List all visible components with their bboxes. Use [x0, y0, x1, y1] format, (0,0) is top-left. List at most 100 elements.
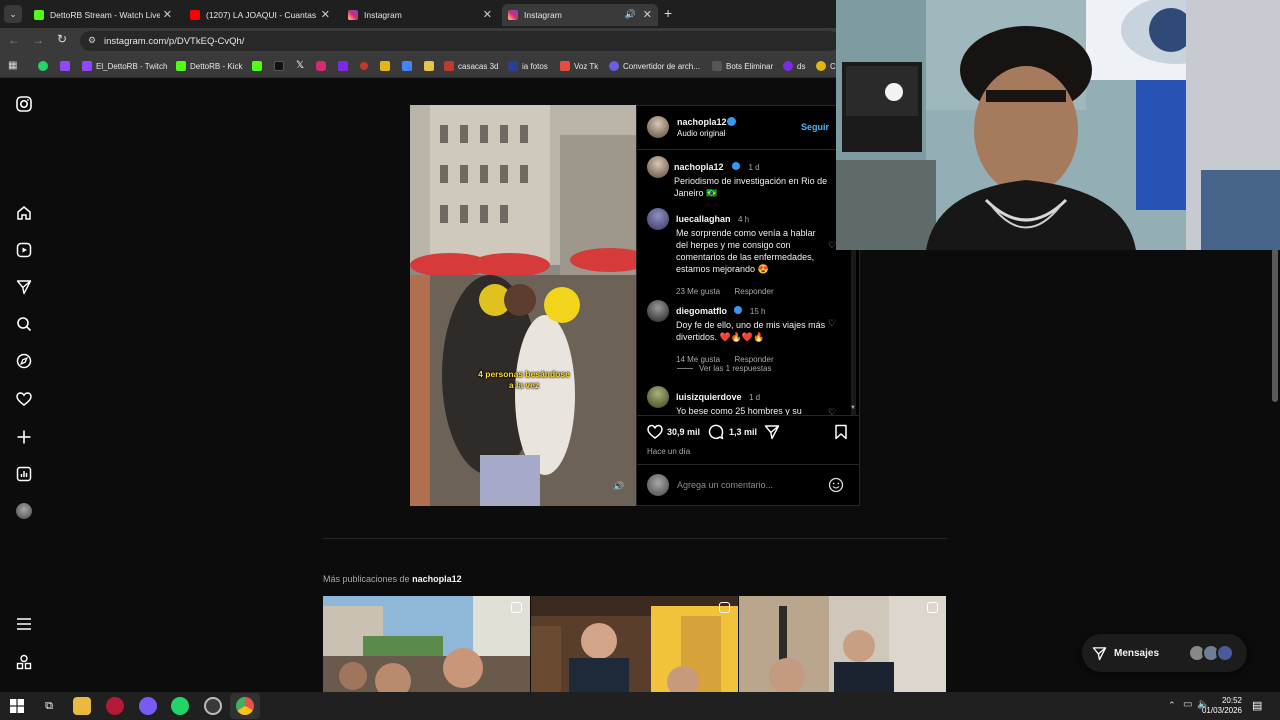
like-count[interactable]: 30,9 mil: [667, 427, 700, 437]
bookmark-convertidor[interactable]: Convertidor de arch...: [609, 58, 700, 74]
clock[interactable]: 20:52 01/03/2026: [1198, 696, 1242, 716]
more-apps-icon[interactable]: [14, 652, 34, 672]
bookmark-voz-tk[interactable]: Voz Tk: [560, 58, 598, 74]
address-bar[interactable]: ⚙ instagram.com/p/DVTkEQ-CvQh/: [80, 31, 840, 51]
tiktok-bookmark-icon[interactable]: [274, 61, 284, 71]
back-icon[interactable]: ←: [8, 33, 20, 47]
save-bookmark-icon[interactable]: [834, 424, 848, 445]
comment-author[interactable]: luisizquierdove: [676, 392, 742, 402]
comment-reply-button[interactable]: Responder: [734, 355, 773, 364]
messages-button[interactable]: Mensajes: [1082, 634, 1247, 672]
comment-input[interactable]: Agrega un comentario...: [677, 480, 817, 494]
tab-youtube[interactable]: (1207) LA JOAQUI - Cuantas ve ✕: [184, 4, 336, 26]
folder-bookmark-icon[interactable]: [424, 61, 434, 71]
tab-instagram-1[interactable]: Instagram ✕: [342, 4, 498, 26]
new-tab-button[interactable]: +: [664, 5, 672, 21]
tab-kick-stream[interactable]: DettoRB Stream - Watch Live o ✕: [28, 4, 178, 26]
bookmark-casacas[interactable]: casacas 3d: [444, 58, 498, 74]
comment-likes[interactable]: 23 Me gusta: [676, 287, 720, 296]
discord-like-icon[interactable]: [139, 697, 157, 715]
comment-count[interactable]: 1,3 mil: [729, 427, 757, 437]
bookmark-ds[interactable]: ds: [783, 58, 805, 74]
messages-icon[interactable]: [14, 277, 34, 297]
star-bookmark-icon[interactable]: [380, 61, 390, 71]
chevron-up-icon[interactable]: ⌃: [1168, 700, 1176, 711]
caption-author[interactable]: nachopla12: [674, 162, 724, 172]
follow-button[interactable]: Seguir: [801, 122, 829, 132]
bookmark-ia-fotos[interactable]: ia fotos: [508, 58, 548, 74]
close-icon[interactable]: ✕: [321, 8, 330, 21]
reload-icon[interactable]: ↻: [57, 32, 67, 46]
speaker-icon[interactable]: 🔊: [625, 9, 636, 20]
profile-avatar[interactable]: [14, 501, 34, 521]
dashboard-icon[interactable]: [14, 464, 34, 484]
author-name[interactable]: nachopla12: [677, 117, 727, 127]
instagram-logo-icon[interactable]: [14, 94, 34, 114]
comment-bubble-icon[interactable]: [708, 424, 724, 445]
page-scrollbar[interactable]: [1272, 248, 1278, 402]
bookmark-kick[interactable]: DettoRB - Kick: [176, 58, 242, 74]
forward-icon[interactable]: →: [32, 33, 44, 47]
bookmark-twitch[interactable]: El_DettoRB - Twitch: [82, 58, 167, 74]
like-comment-heart-icon[interactable]: ♡: [828, 240, 836, 251]
comment-avatar[interactable]: [647, 300, 669, 322]
notifications-heart-icon[interactable]: [14, 389, 34, 409]
post-video[interactable]: 4 personas besándose a la vez 🔊: [410, 105, 636, 506]
apps-icon[interactable]: ▦: [8, 60, 17, 71]
caption-avatar[interactable]: [647, 156, 669, 178]
grid-post[interactable]: [323, 596, 530, 692]
menu-icon[interactable]: [14, 614, 34, 634]
google-bookmark-icon[interactable]: [402, 61, 412, 71]
audio-label[interactable]: Audio original: [677, 129, 725, 138]
url-text[interactable]: instagram.com/p/DVTkEQ-CvQh/: [104, 36, 244, 47]
share-icon[interactable]: [764, 424, 780, 445]
grid-post[interactable]: [531, 596, 738, 692]
reels-icon[interactable]: [14, 240, 34, 260]
comment-likes[interactable]: 14 Me gusta: [676, 355, 720, 364]
close-icon[interactable]: ✕: [643, 8, 652, 21]
explore-icon[interactable]: [14, 351, 34, 371]
site-info-icon[interactable]: ⚙: [88, 35, 96, 46]
emoji-icon[interactable]: [828, 477, 844, 498]
whatsapp-bookmark-icon[interactable]: [38, 61, 48, 71]
tab-search-button[interactable]: ⌄: [4, 5, 22, 23]
canva-bookmark-icon[interactable]: [338, 61, 348, 71]
instagram-icon: [348, 10, 358, 20]
comment-reply-button[interactable]: Responder: [734, 287, 773, 296]
twitch-bookmark-icon[interactable]: [60, 61, 70, 71]
app-red-icon[interactable]: [106, 697, 124, 715]
x-bookmark-icon[interactable]: 𝕏: [296, 60, 304, 71]
create-plus-icon[interactable]: [14, 427, 34, 447]
view-replies-button[interactable]: Ver las 1 respuestas: [677, 364, 771, 373]
home-icon[interactable]: [14, 203, 34, 223]
kick-bookmark-icon[interactable]: [252, 61, 262, 71]
tab-instagram-active[interactable]: Instagram 🔊 ✕: [502, 4, 658, 26]
like-comment-heart-icon[interactable]: ♡: [828, 318, 836, 329]
close-icon[interactable]: ✕: [163, 8, 172, 21]
comment-avatar[interactable]: [647, 208, 669, 230]
author-avatar[interactable]: [647, 116, 669, 138]
bookmark-bots[interactable]: Bots Eliminar: [712, 58, 773, 74]
notifications-icon[interactable]: ▤: [1252, 699, 1262, 712]
comment-author[interactable]: luecallaghan: [676, 214, 731, 224]
red-bookmark-icon[interactable]: [360, 62, 368, 70]
comment-author[interactable]: diegomatflo: [676, 306, 727, 316]
like-heart-icon[interactable]: [647, 424, 663, 444]
file-explorer-icon[interactable]: [73, 697, 91, 715]
comment-avatar[interactable]: [647, 386, 669, 408]
grid-post[interactable]: [739, 596, 946, 692]
mute-icon[interactable]: 🔊: [613, 481, 624, 492]
bookmark-c[interactable]: C: [816, 58, 836, 74]
scroll-down-icon[interactable]: ▼: [850, 405, 856, 411]
webcam-overlay: [836, 0, 1280, 250]
windows-start-icon[interactable]: [8, 697, 26, 715]
task-view-icon[interactable]: ⧉: [40, 697, 58, 715]
like-comment-heart-icon[interactable]: ♡: [828, 407, 836, 415]
instagram-bookmark-icon[interactable]: [316, 61, 326, 71]
whatsapp-icon[interactable]: [171, 697, 189, 715]
obs-icon[interactable]: [204, 697, 222, 715]
more-posts-author[interactable]: nachopla12: [412, 574, 462, 584]
search-icon[interactable]: [14, 314, 34, 334]
network-icon[interactable]: ▭: [1183, 699, 1192, 710]
close-icon[interactable]: ✕: [483, 8, 492, 21]
